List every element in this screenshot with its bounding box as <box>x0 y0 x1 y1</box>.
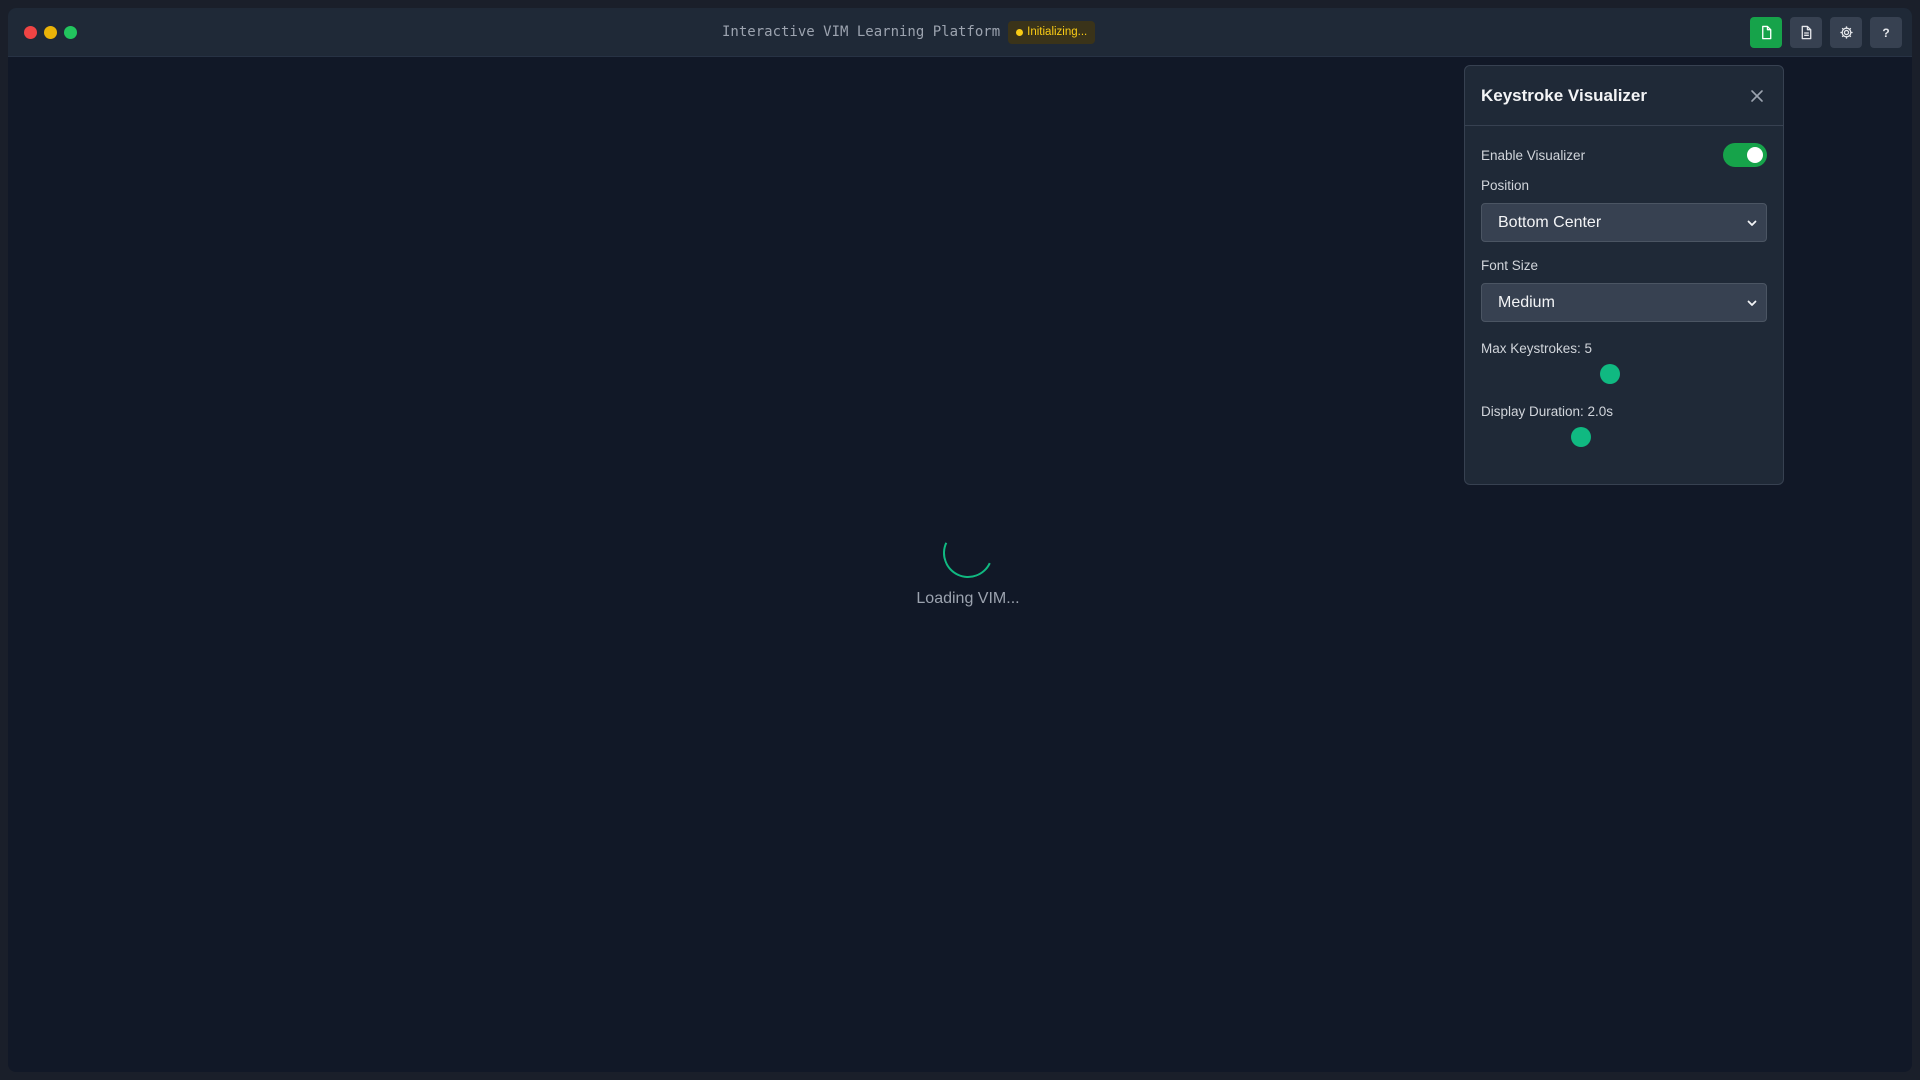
status-text: Initializing... <box>1027 26 1088 38</box>
close-panel-button[interactable] <box>1747 86 1767 106</box>
new-file-button[interactable] <box>1750 17 1782 48</box>
position-select-value: Bottom Center <box>1498 213 1602 231</box>
app-title: Interactive VIM Learning Platform <box>722 24 1001 40</box>
chevron-down-icon <box>1747 300 1757 306</box>
position-field: Position Bottom Center <box>1481 178 1767 242</box>
title-bar: Interactive VIM Learning Platform Initia… <box>8 8 1912 57</box>
max-keystrokes-slider[interactable] <box>1481 361 1767 387</box>
close-window-button[interactable] <box>24 26 37 39</box>
panel-body: Enable Visualizer Position Bottom Center… <box>1465 126 1783 450</box>
font-size-select-value: Medium <box>1498 293 1555 311</box>
maximize-window-button[interactable] <box>64 26 77 39</box>
toggle-knob <box>1747 147 1763 163</box>
file-icon <box>1761 25 1771 40</box>
title-group: Interactive VIM Learning Platform Initia… <box>722 20 1096 44</box>
document-icon <box>1801 25 1811 40</box>
max-keystrokes-label: Max Keystrokes: 5 <box>1481 341 1593 356</box>
display-duration-slider-thumb[interactable] <box>1571 427 1592 447</box>
display-duration-slider[interactable] <box>1481 424 1767 450</box>
font-size-field: Font Size Medium <box>1481 258 1767 322</box>
keystroke-visualizer-panel: Keystroke Visualizer Enable Visualizer P… <box>1464 65 1784 485</box>
font-size-select[interactable]: Medium <box>1481 283 1767 322</box>
panel-title: Keystroke Visualizer <box>1481 85 1647 105</box>
font-size-label: Font Size <box>1481 258 1539 273</box>
toolbar: ? <box>1750 17 1902 48</box>
enable-visualizer-row: Enable Visualizer <box>1481 142 1767 168</box>
document-button[interactable] <box>1790 17 1822 48</box>
max-keystrokes-slider-thumb[interactable] <box>1599 364 1620 384</box>
enable-visualizer-toggle[interactable] <box>1723 143 1767 167</box>
help-icon: ? <box>1882 25 1890 40</box>
position-select[interactable]: Bottom Center <box>1481 203 1767 242</box>
loading-text: Loading VIM... <box>916 590 1020 607</box>
status-badge: Initializing... <box>1008 20 1096 44</box>
display-duration-label: Display Duration: 2.0s <box>1481 404 1614 419</box>
spinner-icon <box>935 520 1001 586</box>
close-icon <box>1751 89 1763 102</box>
status-dot-icon <box>1016 28 1024 36</box>
gear-icon <box>1839 26 1853 39</box>
settings-button[interactable] <box>1830 17 1862 48</box>
help-button[interactable]: ? <box>1870 17 1902 48</box>
app-window: Interactive VIM Learning Platform Initia… <box>8 8 1912 1072</box>
minimize-window-button[interactable] <box>44 26 57 39</box>
position-label: Position <box>1481 178 1530 193</box>
panel-header: Keystroke Visualizer <box>1465 66 1783 126</box>
chevron-down-icon <box>1747 220 1757 226</box>
enable-visualizer-label: Enable Visualizer <box>1481 147 1586 163</box>
loading-indicator: Loading VIM... <box>888 520 1048 608</box>
